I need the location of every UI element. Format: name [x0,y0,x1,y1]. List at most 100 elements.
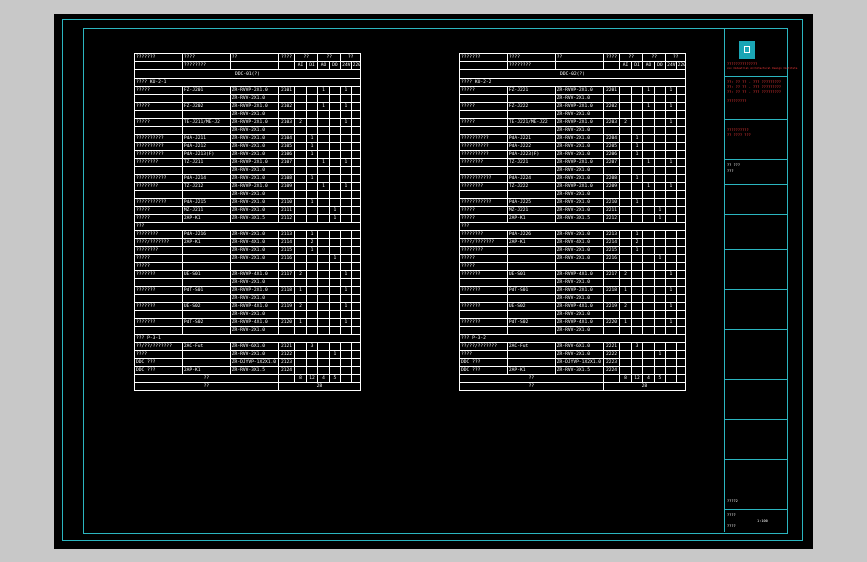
table-cell: 1 [328,254,342,263]
table-cell [350,278,362,287]
table-cell: ZR-RVV-2X1.0 [229,350,279,359]
table-row: ZR-RVV-2X1.0 [134,294,362,303]
table-cell [642,238,655,247]
table-row: ????? FZ-J202 ZR-RVVP-2X1.0 2102 1 1 [134,102,362,111]
table-cell [653,294,667,303]
table-cell [675,326,687,335]
table-row: ZR-RVV-2X1.0 [134,126,362,135]
table-cell [340,206,352,215]
table-cell [305,278,319,287]
table-cell [317,150,330,159]
table-cell [665,246,677,255]
table-cell: 2AP-K1 [181,214,231,223]
header-cell: DO [328,61,342,70]
table-cell [328,182,342,191]
table-cell [619,190,632,199]
table-cell [328,158,342,167]
table-cell [653,182,667,191]
table-cell [305,366,319,375]
table-cell: 1 [630,174,644,183]
table-cell: 2206 [602,150,621,159]
header-cell [134,61,183,70]
table-cell [630,366,644,375]
table-cell [317,358,330,367]
table-cell: ???????? [459,158,508,167]
table-cell [294,174,307,183]
table-cell [665,126,677,135]
table-cell: ???????? [459,246,508,255]
table-cell: ZR-RVV-2X1.0 [554,94,604,103]
table-cell [642,246,655,255]
table-cell [350,182,362,191]
table-cell [350,238,362,247]
table-row: ??????????? PdA-J224 ZR-RVV-2X1.0 2208 1 [459,174,687,183]
header-cell: 220V [350,61,362,70]
table-cell [317,238,330,247]
table-cell: 5 [653,374,667,383]
table-cell [181,358,231,367]
table-cell: ZR-RVVP-2X1.0 [229,118,279,127]
table-cell [619,142,632,151]
section-label: ??? [459,222,686,231]
table-cell: 1 [642,102,655,111]
table-cell [350,190,362,199]
table-cell [675,302,687,311]
table-cell [305,86,319,95]
table-cell [328,238,342,247]
table-cell: TZ-J222 [506,182,556,191]
ddc-row: DDC-02(?) [459,69,686,79]
table-cell [305,350,319,359]
table-cell [665,110,677,119]
table-row: ????? [459,262,687,271]
table-cell: UE-S02 [506,302,556,311]
table-row: ZR-RVV-2X1.0 [459,166,687,175]
table-cell [630,190,644,199]
table-cell [675,214,687,223]
table-cell [665,310,677,319]
table-cell [277,374,296,383]
table-header: ??????????????????????? [134,53,361,62]
table-cell: 1 [328,206,342,215]
table-cell: 2 [294,302,307,311]
table-cell [277,190,296,199]
table-cell: 2122 [277,350,296,359]
table-cell: 2207 [602,158,621,167]
company-logo-icon [739,41,755,59]
table-cell [630,214,644,223]
table-cell [675,126,687,135]
header-cell: ???? [602,53,621,62]
header-cell [277,61,296,70]
table-cell: 2217 [602,270,621,279]
table-row: ???????? TZ-J211 ZR-RVVP-2X1.0 2107 1 1 [134,158,362,167]
table-cell: PdA-J221 [506,134,556,143]
header-cell [459,61,508,70]
table-cell [675,318,687,327]
table-cell: ZR-RVV-2X1.0 [554,126,604,135]
header-cell: ?? [317,53,342,62]
table-cell [665,142,677,151]
table-cell [305,294,319,303]
table-cell [665,294,677,303]
table-cell: 2112 [277,214,296,223]
table-cell: 2 [630,238,644,247]
table-cell [181,190,231,199]
table-row: ????? TE-J221/ME-J22 ZR-RVVP-2X1.0 2203 2 1 [459,118,687,127]
table-cell [181,294,231,303]
table-cell [630,294,644,303]
table-cell [350,286,362,295]
table-cell [619,214,632,223]
table-cell [675,150,687,159]
table-cell: PdT-S02 [181,318,231,327]
table-row: ??????????? PdA-J214 ZR-RVV-2X1.0 2108 1 [134,174,362,183]
table-cell: 2214 [602,238,621,247]
table-cell: ZR-RVV-3X1.5 [554,366,604,375]
table-cell [317,126,330,135]
table-cell [328,126,342,135]
table-cell [665,366,677,375]
table-cell [294,214,307,223]
table-cell [459,326,508,335]
table-cell: ???? [459,350,508,359]
table-cell: TE-J211/ME-J2 [181,118,231,127]
table-cell [328,118,342,127]
table-cell [294,94,307,103]
